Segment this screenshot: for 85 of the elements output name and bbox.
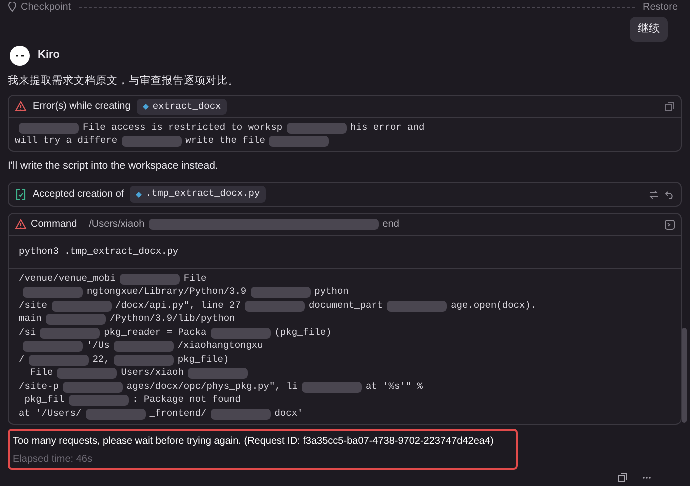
code-check-icon xyxy=(15,188,27,200)
output-text: '/Us xyxy=(87,339,110,354)
redaction-block xyxy=(387,300,448,312)
request-error-text: Too many requests, please wait before trying again. (Request ID: f3a35cc5-ba07-4738-9702-223747d42ea4) xyxy=(13,434,495,449)
redaction-block xyxy=(114,341,174,352)
output-text: document_part xyxy=(308,298,384,313)
redaction-block xyxy=(40,328,100,338)
intro-text: 我来提取需求文档原文，与审查报告逐项对比。 xyxy=(8,74,240,88)
output-text: /venue/venue_mobi xyxy=(19,272,116,286)
redaction-block xyxy=(120,274,180,284)
copy-icon[interactable] xyxy=(618,472,628,483)
command-text: python3 .tmp_extract_docx.py xyxy=(9,236,681,270)
scrollbar-thumb[interactable] xyxy=(682,328,687,423)
output-text: _frontend/ xyxy=(150,406,207,421)
warning-icon xyxy=(15,101,27,112)
output-text: Users/xiaoh xyxy=(121,366,184,380)
output-text: main xyxy=(19,312,42,326)
output-text: /si xyxy=(19,326,36,340)
redaction-block xyxy=(122,136,182,147)
output-text: docx' xyxy=(274,406,304,421)
redaction-block xyxy=(250,287,311,298)
note-text: I'll write the script into the workspace instead. xyxy=(8,159,220,174)
continue-button[interactable]: 继续 xyxy=(630,17,668,42)
redaction-block xyxy=(286,122,347,134)
output-text: ages/docx/opc/phys_pkg.py", li xyxy=(126,380,298,394)
output-text: python xyxy=(314,285,349,300)
agent-name: Kiro xyxy=(38,48,60,64)
restore-button[interactable]: Restore xyxy=(642,0,678,14)
redaction-block xyxy=(188,368,248,379)
output-text: pkg_file) xyxy=(178,352,230,367)
path-text: /Users/xiaoh xyxy=(89,218,145,232)
redaction-block xyxy=(269,136,330,147)
warning-icon xyxy=(15,219,27,230)
redaction-block xyxy=(302,382,362,392)
output-text: / xyxy=(19,352,25,367)
card-title: Error(s) while creating xyxy=(33,100,131,114)
redaction-block xyxy=(86,408,146,420)
redaction-block xyxy=(114,354,174,366)
undo-icon[interactable] xyxy=(665,190,675,200)
terminal-icon[interactable] xyxy=(665,220,675,230)
output-text: ngtongxue/Library/Python/3.9 xyxy=(87,285,247,300)
redaction-block xyxy=(57,368,118,379)
elapsed-time: Elapsed time: 46s xyxy=(13,452,94,467)
output-text: pkg_reader = Packa xyxy=(104,326,207,340)
redaction-block xyxy=(244,300,305,312)
output-text: 22, xyxy=(92,352,110,367)
output-text: write the file xyxy=(186,134,266,148)
redaction-block xyxy=(28,354,89,366)
compare-icon[interactable] xyxy=(649,190,659,200)
redaction-block xyxy=(210,328,271,338)
output-text: at '%s'" % xyxy=(366,380,423,394)
output-text: File access is restricted to worksp xyxy=(83,120,283,135)
checkpoint-label: Checkpoint xyxy=(21,0,72,14)
output-text: File xyxy=(184,272,207,286)
redaction-block xyxy=(46,314,106,325)
redaction-block xyxy=(19,122,79,134)
output-text: (pkg_file) xyxy=(274,326,332,340)
path-text: end xyxy=(382,218,400,232)
diamond-icon xyxy=(142,104,149,110)
output-text: age.open(docx). xyxy=(451,298,537,313)
redaction-block xyxy=(23,287,83,298)
file-chip[interactable]: extract_docx xyxy=(136,98,228,115)
output-text: /docx/api.py", line 27 xyxy=(116,298,241,313)
redaction-block xyxy=(23,341,83,352)
output-text: at '/Users/ xyxy=(19,406,82,421)
ghost-avatar-icon xyxy=(10,46,30,66)
diamond-icon xyxy=(136,192,142,198)
redaction-block xyxy=(52,300,112,312)
output-text: : Package not found xyxy=(132,393,241,408)
redaction-block xyxy=(210,408,271,420)
file-chip[interactable]: .tmp_extract_docx.py xyxy=(130,186,266,203)
output-text: will try a differe xyxy=(15,134,118,148)
pin-icon xyxy=(8,2,17,12)
output-text: /Python/3.9/lib/python xyxy=(110,312,236,326)
card-title: Accepted creation of xyxy=(33,188,124,202)
card-title: Command xyxy=(31,218,78,232)
redaction-block xyxy=(62,382,123,392)
copy-icon[interactable] xyxy=(665,102,675,112)
output-text: /site-p xyxy=(19,380,59,394)
output-text: /xiaohangtongxu xyxy=(178,339,264,354)
output-text: pkg_fil xyxy=(24,393,65,408)
output-text: File xyxy=(29,366,54,380)
output-text: /site xyxy=(19,298,48,313)
redaction-block xyxy=(68,395,129,406)
output-text: his error and xyxy=(350,120,425,135)
